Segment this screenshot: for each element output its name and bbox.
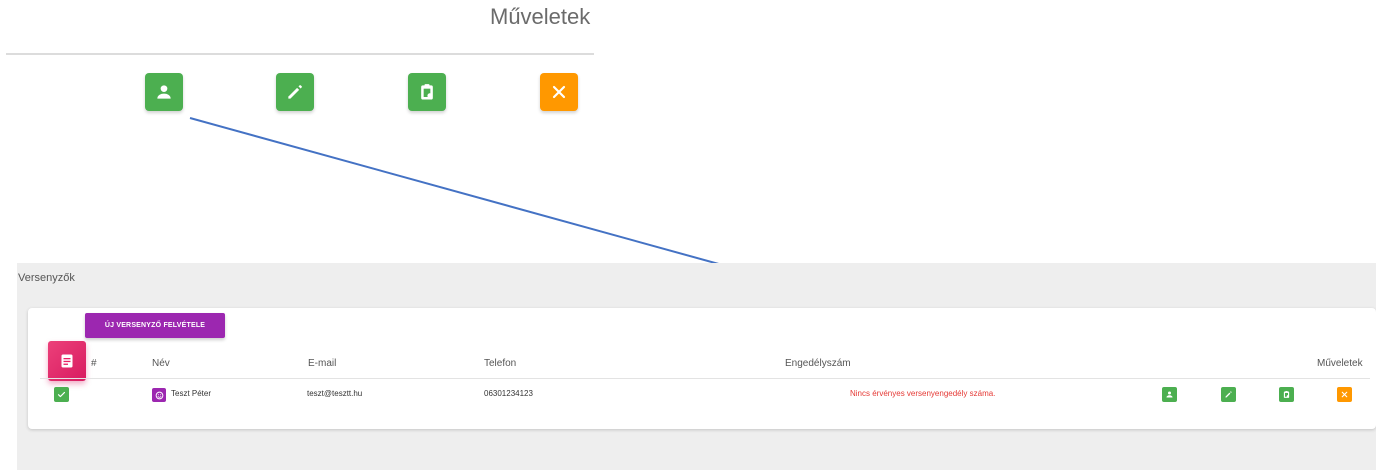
profile-button[interactable] (1162, 387, 1177, 402)
zoomed-profile-button[interactable] (145, 73, 183, 111)
riders-table-card (28, 308, 1376, 429)
person-icon (157, 85, 171, 99)
zoomed-header-divider (6, 53, 594, 55)
zoomed-edit-button[interactable] (276, 73, 314, 111)
delete-button[interactable] (1337, 387, 1352, 402)
column-header-actions: Műveletek (1317, 358, 1363, 369)
rider-license-status: Nincs érvényes versenyengedély száma. (850, 389, 996, 398)
column-header-index: # (91, 358, 97, 369)
license-button[interactable] (1279, 387, 1294, 402)
app-content-area: Versenyzők (17, 263, 1376, 470)
rider-name: Teszt Péter (171, 389, 212, 398)
avatar (152, 388, 166, 402)
column-header-name[interactable]: Név (152, 358, 170, 369)
table-header-divider (40, 378, 1370, 379)
status-check-button[interactable] (54, 387, 69, 402)
pencil-icon (1225, 391, 1232, 398)
column-header-license[interactable]: Engedélyszám (785, 358, 851, 369)
zoomed-actions-callout: Műveletek (0, 0, 594, 125)
zoomed-actions-header: Műveletek (490, 4, 591, 29)
column-header-phone[interactable]: Telefon (484, 358, 516, 369)
close-icon (552, 85, 566, 99)
clipboard-icon (1283, 390, 1290, 398)
smiley-icon (155, 391, 163, 399)
person-icon (1166, 391, 1173, 398)
pencil-icon (288, 85, 302, 99)
check-icon (57, 391, 66, 398)
column-header-email[interactable]: E-mail (308, 358, 336, 369)
close-icon (1341, 391, 1348, 398)
page-title: Versenyzők (18, 272, 75, 284)
rider-phone: 06301234123 (484, 389, 533, 398)
zoomed-delete-button[interactable] (540, 73, 578, 111)
edit-button[interactable] (1221, 387, 1236, 402)
note-icon (61, 354, 73, 368)
zoomed-license-button[interactable] (408, 73, 446, 111)
rider-email: teszt@tesztt.hu (307, 389, 363, 398)
clipboard-icon (421, 84, 433, 100)
card-header-icon (48, 341, 86, 381)
new-rider-button[interactable]: ÚJ VERSENYZŐ FELVÉTELE (85, 313, 225, 338)
